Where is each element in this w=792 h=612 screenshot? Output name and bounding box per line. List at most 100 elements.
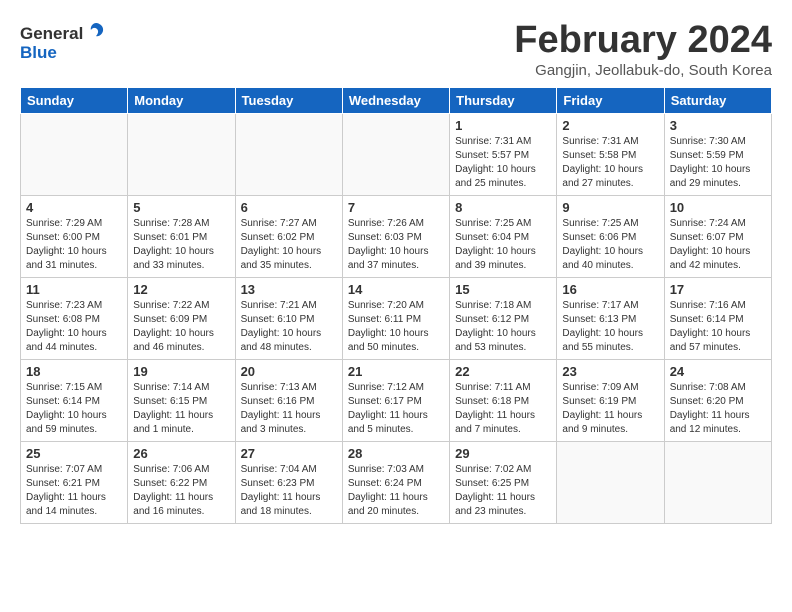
day-number: 28 xyxy=(348,446,444,461)
day-number: 19 xyxy=(133,364,229,379)
table-row: 22 Sunrise: 7:11 AM Sunset: 6:18 PM Dayli… xyxy=(450,359,557,441)
day-info: Sunrise: 7:30 AM Sunset: 5:59 PM Dayligh… xyxy=(670,135,766,191)
calendar-table: Sunday Monday Tuesday Wednesday Thursday… xyxy=(20,87,772,524)
table-row: 4Sunrise: 7:29 AM Sunset: 6:00 PM Daylig… xyxy=(21,195,128,277)
day-number: 5 xyxy=(133,200,229,215)
day-number: 6 xyxy=(241,200,337,215)
day-number: 22 xyxy=(455,364,551,379)
day-number: 14 xyxy=(348,282,444,297)
calendar-week-4: 18Sunrise: 7:15 AM Sunset: 6:14 PM Dayli… xyxy=(21,359,772,441)
logo-text-blue: Blue xyxy=(20,43,57,63)
table-row: 18Sunrise: 7:15 AM Sunset: 6:14 PM Dayli… xyxy=(21,359,128,441)
table-row: 28 Sunrise: 7:03 AM Sunset: 6:24 PM Dayli… xyxy=(342,441,449,523)
title-block: February 2024 Gangjin, Jeollabuk-do, Sou… xyxy=(514,20,772,79)
header-tuesday: Tuesday xyxy=(235,87,342,113)
table-row: 9 Sunrise: 7:25 AM Sunset: 6:06 PM Daylig… xyxy=(557,195,664,277)
day-number: 17 xyxy=(670,282,766,297)
day-info: Sunrise: 7:24 AM Sunset: 6:07 PM Dayligh… xyxy=(670,217,766,273)
day-info: Sunrise: 7:26 AM Sunset: 6:03 PM Dayligh… xyxy=(348,217,444,273)
logo: General Blue xyxy=(20,20,107,63)
table-row xyxy=(128,113,235,195)
day-number: 2 xyxy=(562,118,658,133)
table-row xyxy=(557,441,664,523)
table-row: 29 Sunrise: 7:02 AM Sunset: 6:25 PM Dayli… xyxy=(450,441,557,523)
day-info: Sunrise: 7:04 AM Sunset: 6:23 PM Dayligh… xyxy=(241,463,337,519)
table-row: 13 Sunrise: 7:21 AM Sunset: 6:10 PM Dayli… xyxy=(235,277,342,359)
day-info: Sunrise: 7:17 AM Sunset: 6:13 PM Dayligh… xyxy=(562,299,658,355)
table-row: 21 Sunrise: 7:12 AM Sunset: 6:17 PM Dayli… xyxy=(342,359,449,441)
day-info: Sunrise: 7:18 AM Sunset: 6:12 PM Dayligh… xyxy=(455,299,551,355)
day-number: 10 xyxy=(670,200,766,215)
day-info: Sunrise: 7:06 AM Sunset: 6:22 PM Dayligh… xyxy=(133,463,229,519)
table-row: 26 Sunrise: 7:06 AM Sunset: 6:22 PM Dayli… xyxy=(128,441,235,523)
day-number: 16 xyxy=(562,282,658,297)
table-row: 10 Sunrise: 7:24 AM Sunset: 6:07 PM Dayli… xyxy=(664,195,771,277)
day-info: Sunrise: 7:07 AM Sunset: 6:21 PM Dayligh… xyxy=(26,463,122,519)
header: General Blue February 2024 Gangjin, Jeol… xyxy=(20,20,772,79)
day-number: 11 xyxy=(26,282,122,297)
day-number: 20 xyxy=(241,364,337,379)
day-info: Sunrise: 7:20 AM Sunset: 6:11 PM Dayligh… xyxy=(348,299,444,355)
day-number: 7 xyxy=(348,200,444,215)
day-info: Sunrise: 7:29 AM Sunset: 6:00 PM Dayligh… xyxy=(26,217,122,273)
day-number: 25 xyxy=(26,446,122,461)
day-info: Sunrise: 7:12 AM Sunset: 6:17 PM Dayligh… xyxy=(348,381,444,437)
location: Gangjin, Jeollabuk-do, South Korea xyxy=(514,62,772,79)
month-title: February 2024 xyxy=(514,20,772,62)
table-row: 5 Sunrise: 7:28 AM Sunset: 6:01 PM Daylig… xyxy=(128,195,235,277)
day-info: Sunrise: 7:13 AM Sunset: 6:16 PM Dayligh… xyxy=(241,381,337,437)
table-row: 7 Sunrise: 7:26 AM Sunset: 6:03 PM Daylig… xyxy=(342,195,449,277)
table-row: 20 Sunrise: 7:13 AM Sunset: 6:16 PM Dayli… xyxy=(235,359,342,441)
day-number: 29 xyxy=(455,446,551,461)
table-row: 19 Sunrise: 7:14 AM Sunset: 6:15 PM Dayli… xyxy=(128,359,235,441)
logo-block: General Blue xyxy=(20,20,107,63)
logo-text-general: General xyxy=(20,24,83,44)
calendar-week-5: 25 Sunrise: 7:07 AM Sunset: 6:21 PM Dayli… xyxy=(21,441,772,523)
day-number: 27 xyxy=(241,446,337,461)
table-row: 2 Sunrise: 7:31 AM Sunset: 5:58 PM Daylig… xyxy=(557,113,664,195)
day-number: 12 xyxy=(133,282,229,297)
day-number: 9 xyxy=(562,200,658,215)
day-number: 3 xyxy=(670,118,766,133)
table-row: 17 Sunrise: 7:16 AM Sunset: 6:14 PM Dayli… xyxy=(664,277,771,359)
logo-bird-icon xyxy=(85,20,107,47)
calendar-week-2: 4Sunrise: 7:29 AM Sunset: 6:00 PM Daylig… xyxy=(21,195,772,277)
day-number: 23 xyxy=(562,364,658,379)
day-number: 21 xyxy=(348,364,444,379)
table-row: 16 Sunrise: 7:17 AM Sunset: 6:13 PM Dayli… xyxy=(557,277,664,359)
day-info: Sunrise: 7:28 AM Sunset: 6:01 PM Dayligh… xyxy=(133,217,229,273)
day-info: Sunrise: 7:21 AM Sunset: 6:10 PM Dayligh… xyxy=(241,299,337,355)
table-row xyxy=(21,113,128,195)
table-row: 23 Sunrise: 7:09 AM Sunset: 6:19 PM Dayli… xyxy=(557,359,664,441)
day-info: Sunrise: 7:09 AM Sunset: 6:19 PM Dayligh… xyxy=(562,381,658,437)
day-info: Sunrise: 7:31 AM Sunset: 5:57 PM Dayligh… xyxy=(455,135,551,191)
day-number: 8 xyxy=(455,200,551,215)
day-info: Sunrise: 7:14 AM Sunset: 6:15 PM Dayligh… xyxy=(133,381,229,437)
day-info: Sunrise: 7:11 AM Sunset: 6:18 PM Dayligh… xyxy=(455,381,551,437)
day-number: 26 xyxy=(133,446,229,461)
day-info: Sunrise: 7:31 AM Sunset: 5:58 PM Dayligh… xyxy=(562,135,658,191)
table-row xyxy=(342,113,449,195)
day-number: 13 xyxy=(241,282,337,297)
table-row: 24Sunrise: 7:08 AM Sunset: 6:20 PM Dayli… xyxy=(664,359,771,441)
day-info: Sunrise: 7:23 AM Sunset: 6:08 PM Dayligh… xyxy=(26,299,122,355)
day-info: Sunrise: 7:27 AM Sunset: 6:02 PM Dayligh… xyxy=(241,217,337,273)
header-friday: Friday xyxy=(557,87,664,113)
day-info: Sunrise: 7:16 AM Sunset: 6:14 PM Dayligh… xyxy=(670,299,766,355)
header-monday: Monday xyxy=(128,87,235,113)
day-info: Sunrise: 7:02 AM Sunset: 6:25 PM Dayligh… xyxy=(455,463,551,519)
table-row: 12 Sunrise: 7:22 AM Sunset: 6:09 PM Dayli… xyxy=(128,277,235,359)
table-row: 3 Sunrise: 7:30 AM Sunset: 5:59 PM Daylig… xyxy=(664,113,771,195)
table-row: 15Sunrise: 7:18 AM Sunset: 6:12 PM Dayli… xyxy=(450,277,557,359)
table-row: 25 Sunrise: 7:07 AM Sunset: 6:21 PM Dayli… xyxy=(21,441,128,523)
day-info: Sunrise: 7:08 AM Sunset: 6:20 PM Dayligh… xyxy=(670,381,766,437)
day-info: Sunrise: 7:25 AM Sunset: 6:06 PM Dayligh… xyxy=(562,217,658,273)
day-info: Sunrise: 7:15 AM Sunset: 6:14 PM Dayligh… xyxy=(26,381,122,437)
day-info: Sunrise: 7:22 AM Sunset: 6:09 PM Dayligh… xyxy=(133,299,229,355)
day-info: Sunrise: 7:03 AM Sunset: 6:24 PM Dayligh… xyxy=(348,463,444,519)
table-row: 8Sunrise: 7:25 AM Sunset: 6:04 PM Daylig… xyxy=(450,195,557,277)
header-saturday: Saturday xyxy=(664,87,771,113)
page-container: General Blue February 2024 Gangjin, Jeol… xyxy=(0,0,792,534)
header-wednesday: Wednesday xyxy=(342,87,449,113)
day-number: 1 xyxy=(455,118,551,133)
